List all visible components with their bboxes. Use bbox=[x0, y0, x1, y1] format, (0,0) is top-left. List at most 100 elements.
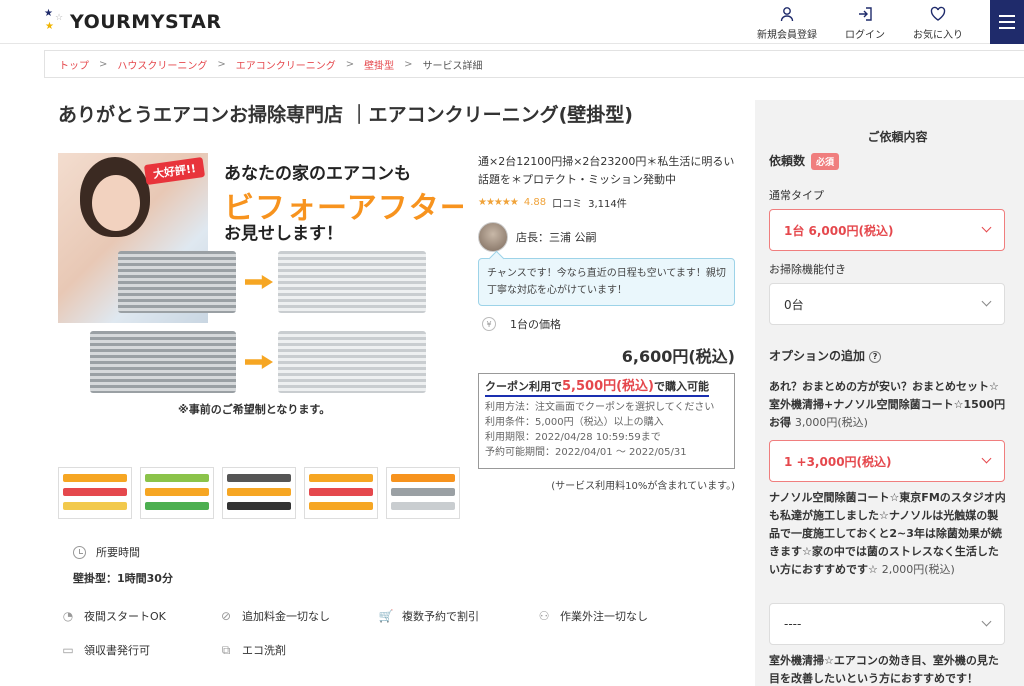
hero-note: ※事前のご希望制となります。 bbox=[178, 403, 331, 416]
thumbnail[interactable] bbox=[140, 467, 214, 519]
fee-note: (サービス利用料10%が含まれています。) bbox=[551, 481, 735, 492]
hamburger-menu-button[interactable] bbox=[990, 0, 1024, 44]
nav-favorites[interactable]: お気に入り bbox=[913, 4, 963, 41]
hero-line3: お見せします！ bbox=[224, 224, 343, 244]
feature-label: 追加料金一切なし bbox=[242, 610, 330, 623]
breadcrumb-top[interactable]: トップ bbox=[59, 57, 89, 72]
feature-item: 🛒 複数予約で割引 bbox=[378, 608, 479, 624]
feature-label: 複数予約で割引 bbox=[402, 610, 479, 623]
feature-label: 領収書発行可 bbox=[84, 644, 150, 657]
thumbnail-strip bbox=[58, 467, 460, 519]
duration-row: 所要時間 bbox=[73, 544, 140, 560]
coupon-method: 利用方法：注文画面でクーポンを選択してください bbox=[485, 402, 715, 413]
thumbnail[interactable] bbox=[58, 467, 132, 519]
order-panel: ご依頼内容 依頼数 必須 通常タイプ 1台 6,000円(税込) お掃除機能付き … bbox=[755, 100, 1024, 686]
arrow-icon bbox=[245, 355, 273, 369]
coupon-expiry: 利用期限：2022/04/28 10:59:59まで bbox=[485, 432, 661, 443]
rating-stars-icon: ★★★★★ bbox=[478, 197, 519, 208]
people-icon: ⚇ bbox=[538, 609, 550, 623]
chevron-down-icon bbox=[981, 222, 992, 233]
rating[interactable]: ★★★★★ 4.88 口コミ 3,114件 bbox=[478, 195, 627, 210]
breadcrumb-wall-type[interactable]: 壁掛型 bbox=[364, 57, 394, 72]
count-label: 依頼数 必須 bbox=[769, 152, 840, 170]
breadcrumb-current: サービス詳細 bbox=[422, 60, 483, 72]
chevron-down-icon bbox=[981, 296, 992, 307]
manager-name: 店長：三浦 公嗣 bbox=[516, 231, 597, 244]
chevron-down-icon bbox=[981, 616, 992, 627]
option-label-text: オプションの追加 bbox=[769, 349, 866, 363]
option3-text: 室外機清掃☆エアコンの効き目、室外機の見た目を改善したいという方におすすめです！ bbox=[769, 654, 999, 685]
service-price: 6,600円(税込) bbox=[621, 347, 735, 366]
nav-login-label: ログイン bbox=[845, 30, 885, 41]
feature-label: エコ洗剤 bbox=[242, 644, 286, 657]
avatar bbox=[478, 222, 508, 252]
breadcrumb-aircon-cleaning[interactable]: エアコンクリーニング bbox=[236, 57, 336, 72]
login-icon bbox=[859, 7, 872, 21]
site-logo[interactable]: ★ ☆ ★ YOURMYSTAR bbox=[44, 9, 221, 35]
coupon-condition: 利用条件：5,000円（税込）以上の購入 bbox=[485, 417, 664, 428]
heart-icon bbox=[930, 6, 946, 21]
breadcrumb-sep: > bbox=[345, 58, 355, 70]
cart-icon: 🛒 bbox=[378, 609, 394, 623]
feature-item: ⧉ エコ洗剤 bbox=[218, 642, 286, 658]
no-fee-icon: ⊘ bbox=[220, 609, 232, 623]
moon-clock-icon: ◔ bbox=[62, 609, 74, 623]
ac-after-photo bbox=[278, 251, 426, 313]
required-badge: 必須 bbox=[811, 153, 840, 170]
feature-item: ◔ 夜間スタートOK bbox=[60, 608, 166, 624]
nav-register[interactable]: 新規会員登録 bbox=[757, 4, 817, 41]
coupon-amount: 5,500円(税込) bbox=[562, 379, 655, 394]
function-type-select[interactable]: 0台 bbox=[769, 283, 1005, 325]
unit-price-label: 1台の価格 bbox=[510, 318, 561, 331]
ac-before-photo bbox=[118, 251, 236, 313]
option2-text: ナノソル空間除菌コート☆東京FMのスタジオ内も私達が施工しました☆ナノソルは光触… bbox=[769, 489, 1009, 579]
thumbnail[interactable] bbox=[222, 467, 296, 519]
feature-item: ⚇ 作業外注一切なし bbox=[536, 608, 648, 624]
help-icon[interactable]: ? bbox=[869, 350, 882, 363]
ac-before-photo-2 bbox=[90, 331, 236, 393]
feature-label: 夜間スタートOK bbox=[84, 610, 166, 623]
nav-login[interactable]: ログイン bbox=[845, 4, 885, 41]
normal-type-label: 通常タイプ bbox=[769, 189, 824, 202]
thumbnail[interactable] bbox=[386, 467, 460, 519]
breadcrumb-sep: > bbox=[404, 58, 413, 70]
option2-price: 2,000円(税込) bbox=[881, 563, 955, 576]
option2-select[interactable]: ---- bbox=[769, 603, 1005, 645]
feature-item: ▭ 領収書発行可 bbox=[60, 642, 150, 658]
duration-label: 所要時間 bbox=[96, 546, 140, 559]
function-type-label: お掃除機能付き bbox=[769, 263, 846, 276]
duration-value: 壁掛型：1時間30分 bbox=[73, 572, 173, 585]
nav-favorites-label: お気に入り bbox=[913, 30, 963, 41]
coupon-prefix: クーポン利用で bbox=[485, 380, 562, 393]
eco-icon: ⧉ bbox=[221, 642, 231, 657]
manager-message-bubble: チャンスです！今なら直近の日程も空いてます！親切丁寧な対応を心がけています！ bbox=[478, 258, 735, 306]
option1-select[interactable]: 1 +3,000円(税込) bbox=[769, 440, 1005, 482]
coupon-period: 予約可能期間：2022/04/01 〜 2022/05/31 bbox=[485, 447, 687, 458]
nav-register-label: 新規会員登録 bbox=[757, 30, 817, 41]
panel-title: ご依頼内容 bbox=[867, 130, 928, 144]
option1-price: 3,000円(税込) bbox=[794, 416, 868, 429]
feature-label: 作業外注一切なし bbox=[560, 610, 648, 623]
feature-item: ⊘ 追加料金一切なし bbox=[218, 608, 330, 624]
logo-stars-icon: ★ ☆ ★ bbox=[44, 8, 64, 32]
option-label: オプションの追加? bbox=[769, 347, 882, 364]
coupon-suffix: で購入可能 bbox=[654, 380, 710, 393]
thumbnail[interactable] bbox=[304, 467, 378, 519]
clock-icon bbox=[73, 545, 86, 559]
option1-value: 1 +3,000円(税込) bbox=[784, 454, 892, 469]
coupon-box: クーポン利用で5,500円(税込)で購入可能 利用方法：注文画面でクーポンを選択… bbox=[478, 373, 735, 469]
hero-line1: あなたの家のエアコンも bbox=[224, 164, 411, 184]
breadcrumb-house-cleaning[interactable]: ハウスクリーニング bbox=[117, 57, 207, 72]
service-description: 通×2台12100円掃×2台23200円＊私生活に明るい話題を＊プロテクト・ミッ… bbox=[478, 155, 735, 186]
review-label: 口コミ bbox=[552, 199, 583, 210]
count-label-text: 依頼数 bbox=[769, 154, 806, 168]
user-icon bbox=[780, 7, 794, 22]
option1-text: あれ？おまとめの方が安い？おまとめセット☆室外機清掃+ナノソル空間除菌コート☆1… bbox=[769, 378, 1009, 432]
coupon-title: クーポン利用で5,500円(税込)で購入可能 bbox=[485, 379, 710, 397]
hero-image[interactable]: 大好評!! あなたの家のエアコンも ビフォーアフター お見せします！ ※事前のご… bbox=[58, 153, 463, 425]
yen-icon: ¥ bbox=[482, 317, 496, 331]
normal-type-value: 1台 6,000円(税込) bbox=[784, 223, 894, 238]
normal-type-select[interactable]: 1台 6,000円(税込) bbox=[769, 209, 1005, 251]
logo-text: YOURMYSTAR bbox=[70, 11, 222, 33]
review-count: 3,114件 bbox=[588, 199, 627, 210]
